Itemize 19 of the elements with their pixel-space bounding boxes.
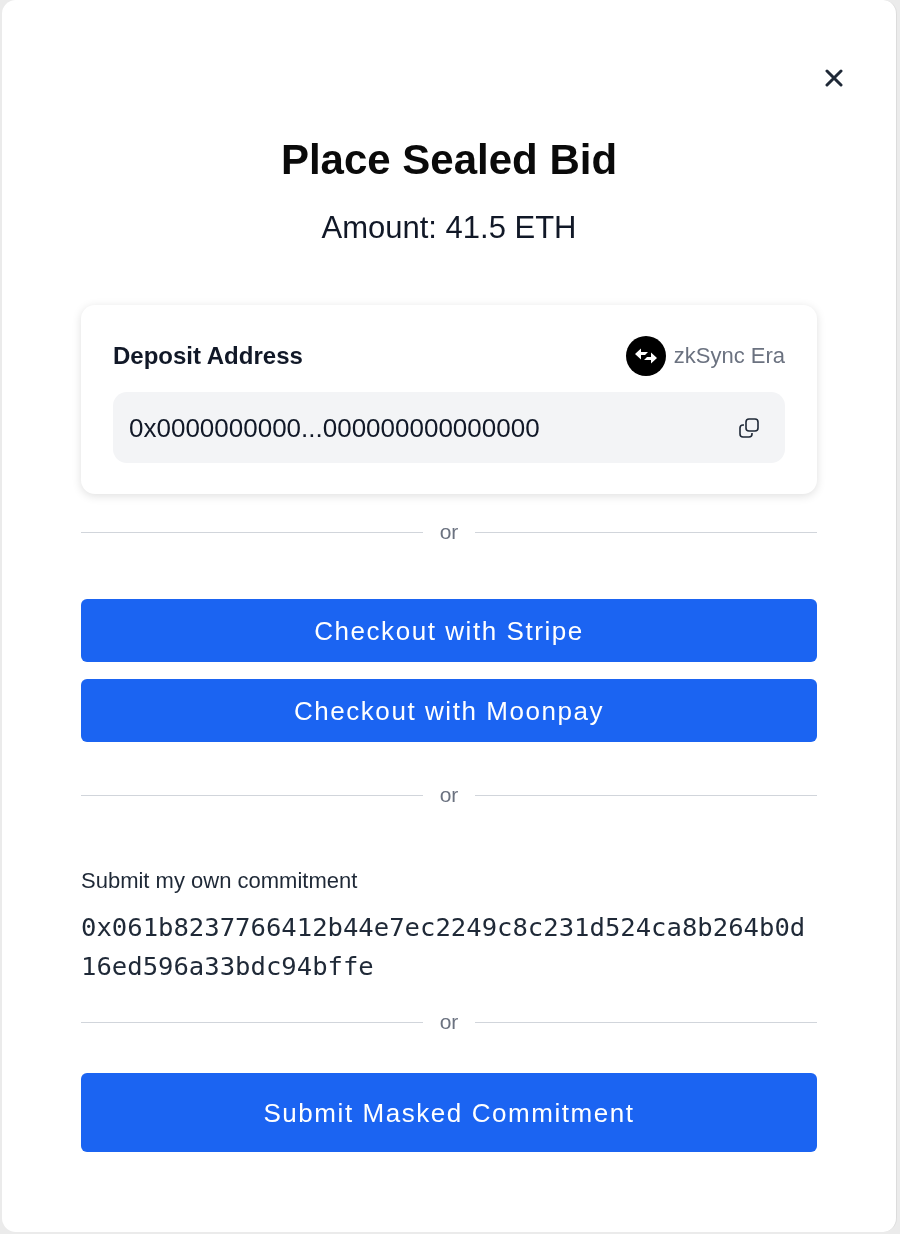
submit-button[interactable]: Submit Masked Commitment	[81, 1073, 817, 1152]
copy-button[interactable]	[739, 417, 759, 438]
dialog-title: Place Sealed Bid	[280, 135, 618, 185]
commitment-hash: 0x061b8237766412b44e7ec2249c8c231d524ca8b264b0d16ed596a33bdc94bffe	[81, 911, 807, 983]
address-field[interactable]: 0x0000000000...000000000000000	[113, 392, 785, 463]
deposit-address-label: Deposit Address	[113, 341, 303, 371]
network-name: zkSync Era	[673, 342, 785, 370]
checkout-button[interactable]: Checkout with Moonpay	[81, 679, 817, 742]
close-button[interactable]	[825, 69, 843, 87]
address-value: 0x0000000000...000000000000000	[129, 411, 540, 445]
divider-label: or	[438, 1009, 460, 1035]
copy-icon	[739, 417, 759, 438]
divider-label: or	[438, 519, 460, 545]
bid-amount: Amount: 41.5 ETH	[321, 209, 577, 247]
swap-arrows-icon	[625, 336, 666, 376]
close-icon	[825, 69, 843, 87]
commitment-label: Submit my own commitment	[81, 867, 359, 895]
divider-label: or	[438, 782, 460, 808]
checkout-button[interactable]: Checkout with Stripe	[81, 599, 817, 662]
